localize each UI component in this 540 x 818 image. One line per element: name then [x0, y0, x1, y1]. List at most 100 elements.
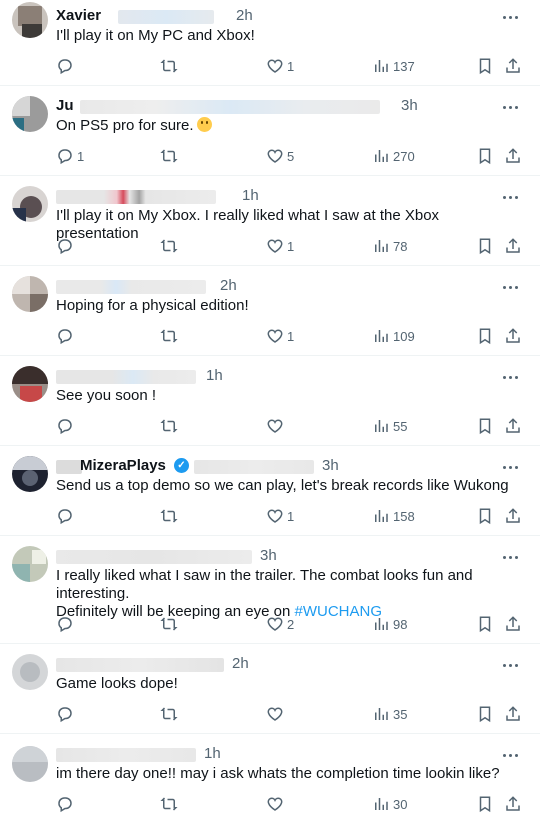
heart-icon — [267, 707, 283, 721]
bookmark-button[interactable] — [476, 416, 494, 436]
retweet-button[interactable] — [160, 56, 178, 76]
more-icon[interactable] — [502, 548, 520, 566]
share-button[interactable] — [504, 236, 522, 256]
avatar[interactable] — [12, 456, 48, 492]
reply-button[interactable] — [56, 506, 77, 526]
reply-text: Send us a top demo so we can play, let's… — [56, 477, 509, 494]
reply-item[interactable]: Ju 3h On PS5 pro for sure. 1 5 270 — [0, 86, 540, 176]
views-button[interactable]: 55 — [372, 416, 407, 436]
like-button[interactable]: 1 — [266, 506, 294, 526]
reply-item[interactable]: Xavier 2h I'll play it on My PC and Xbox… — [0, 0, 540, 86]
more-icon[interactable] — [502, 98, 520, 116]
share-button[interactable] — [504, 794, 522, 814]
avatar[interactable] — [12, 366, 48, 402]
share-button[interactable] — [504, 146, 522, 166]
like-button[interactable] — [266, 704, 287, 724]
author-name[interactable]: MizeraPlays — [80, 457, 166, 474]
reply-item[interactable]: 3h I really liked what I saw in the trai… — [0, 536, 540, 644]
views-button[interactable]: 30 — [372, 794, 407, 814]
reply-item[interactable]: 1h See you soon ! 55 — [0, 356, 540, 446]
more-icon[interactable] — [502, 368, 520, 386]
bookmark-button[interactable] — [476, 794, 494, 814]
timestamp[interactable]: 2h — [220, 277, 237, 294]
reply-button[interactable] — [56, 236, 77, 256]
bookmark-button[interactable] — [476, 614, 494, 634]
bookmark-button[interactable] — [476, 704, 494, 724]
share-icon — [506, 616, 520, 631]
reply-button[interactable] — [56, 416, 77, 436]
share-button[interactable] — [504, 416, 522, 436]
like-button[interactable]: 5 — [266, 146, 294, 166]
more-icon[interactable] — [502, 8, 520, 26]
like-button[interactable] — [266, 794, 287, 814]
reply-item[interactable]: MizeraPlays ✓ 3h Send us a top demo so w… — [0, 446, 540, 536]
views-button[interactable]: 78 — [372, 236, 407, 256]
reply-button[interactable] — [56, 614, 77, 634]
retweet-button[interactable] — [160, 704, 178, 724]
more-icon[interactable] — [502, 458, 520, 476]
bookmark-button[interactable] — [476, 236, 494, 256]
views-button[interactable]: 137 — [372, 56, 415, 76]
reply-button[interactable] — [56, 794, 77, 814]
reply-item[interactable]: 1h I'll play it on My Xbox. I really lik… — [0, 176, 540, 266]
views-button[interactable]: 109 — [372, 326, 415, 346]
like-button[interactable] — [266, 416, 287, 436]
retweet-button[interactable] — [160, 614, 178, 634]
avatar[interactable] — [12, 654, 48, 690]
like-button[interactable]: 1 — [266, 56, 294, 76]
retweet-button[interactable] — [160, 506, 178, 526]
more-icon[interactable] — [502, 746, 520, 764]
views-button[interactable]: 98 — [372, 614, 407, 634]
avatar[interactable] — [12, 546, 48, 582]
share-button[interactable] — [504, 56, 522, 76]
bookmark-button[interactable] — [476, 146, 494, 166]
share-icon — [506, 238, 520, 253]
avatar[interactable] — [12, 186, 48, 222]
timestamp[interactable]: 2h — [232, 655, 249, 672]
views-button[interactable]: 270 — [372, 146, 415, 166]
share-button[interactable] — [504, 614, 522, 634]
like-button[interactable]: 1 — [266, 326, 294, 346]
reply-button[interactable] — [56, 326, 77, 346]
avatar[interactable] — [12, 2, 48, 38]
reply-item[interactable]: 2h Game looks dope! 35 — [0, 644, 540, 734]
retweet-button[interactable] — [160, 146, 178, 166]
views-icon — [375, 510, 388, 522]
retweet-button[interactable] — [160, 326, 178, 346]
timestamp[interactable]: 1h — [206, 367, 223, 384]
more-icon[interactable] — [502, 278, 520, 296]
bookmark-button[interactable] — [476, 326, 494, 346]
timestamp[interactable]: 1h — [242, 187, 259, 204]
avatar[interactable] — [12, 276, 48, 312]
reply-text-line1: I really liked what I saw in the trailer… — [56, 567, 473, 602]
share-button[interactable] — [504, 326, 522, 346]
avatar[interactable] — [12, 96, 48, 132]
share-button[interactable] — [504, 704, 522, 724]
timestamp[interactable]: 1h — [204, 745, 221, 762]
reply-button[interactable] — [56, 56, 77, 76]
avatar[interactable] — [12, 746, 48, 782]
author-name[interactable]: Xavier — [56, 7, 101, 24]
more-icon[interactable] — [502, 656, 520, 674]
bookmark-button[interactable] — [476, 56, 494, 76]
views-button[interactable]: 35 — [372, 704, 407, 724]
reply-button[interactable]: 1 — [56, 146, 84, 166]
retweet-button[interactable] — [160, 416, 178, 436]
more-icon[interactable] — [502, 188, 520, 206]
like-button[interactable]: 2 — [266, 614, 294, 634]
timestamp[interactable]: 2h — [236, 7, 253, 24]
timestamp[interactable]: 3h — [401, 97, 418, 114]
reply-item[interactable]: 2h Hoping for a physical edition! 1 109 — [0, 266, 540, 356]
views-button[interactable]: 158 — [372, 506, 415, 526]
reply-item[interactable]: 1h im there day one!! may i ask whats th… — [0, 734, 540, 818]
bookmark-button[interactable] — [476, 506, 494, 526]
timestamp[interactable]: 3h — [260, 547, 277, 564]
timestamp[interactable]: 3h — [322, 457, 339, 474]
views-icon — [375, 798, 388, 810]
author-name[interactable]: Ju — [56, 97, 74, 114]
reply-button[interactable] — [56, 704, 77, 724]
retweet-button[interactable] — [160, 236, 178, 256]
retweet-button[interactable] — [160, 794, 178, 814]
like-button[interactable]: 1 — [266, 236, 294, 256]
share-button[interactable] — [504, 506, 522, 526]
